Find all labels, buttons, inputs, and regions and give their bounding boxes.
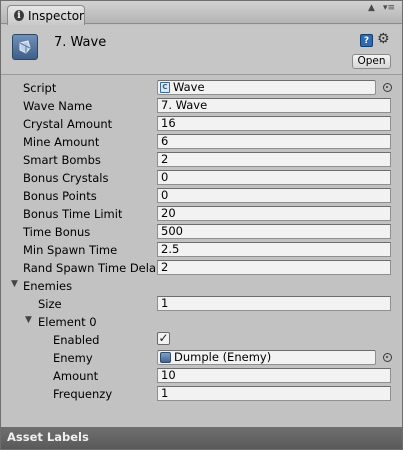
property-row-time-bonus: Time Bonus 500 [1, 223, 402, 241]
property-label: Time Bonus [23, 225, 91, 239]
element-0-foldout[interactable]: ▼ Element 0 [1, 313, 402, 331]
property-row-frequenzy: Frequenzy 1 [1, 385, 402, 403]
property-row-min-spawn-time: Min Spawn Time 2.5 [1, 241, 402, 259]
property-label: Frequenzy [53, 387, 113, 401]
lock-icon[interactable]: ▲ [368, 3, 375, 13]
enabled-checkbox[interactable]: ✓ [157, 332, 170, 345]
tab-inspector[interactable]: i Inspector [7, 5, 85, 25]
property-label: Bonus Crystals [23, 171, 109, 185]
foldout-expanded-icon[interactable]: ▼ [25, 315, 32, 325]
property-row-bonus-crystals: Bonus Crystals 0 [1, 169, 402, 187]
smart-bombs-field[interactable]: 2 [157, 152, 391, 167]
enemies-foldout[interactable]: ▼ Enemies [1, 277, 402, 295]
property-label: Rand Spawn Time Dela [23, 261, 156, 275]
property-label: Size [38, 297, 62, 311]
property-label: Bonus Time Limit [23, 207, 123, 221]
property-row-smart-bombs: Smart Bombs 2 [1, 151, 402, 169]
tab-bar: i Inspector ▲ ▾≡ [1, 1, 402, 25]
script-file-icon: C [160, 82, 170, 93]
mine-amount-field[interactable]: 6 [157, 134, 391, 149]
prefab-cube-icon [160, 352, 171, 363]
property-label: Amount [53, 369, 99, 383]
property-label: Smart Bombs [23, 153, 101, 167]
bonus-crystals-field[interactable]: 0 [157, 170, 391, 185]
bonus-time-limit-field[interactable]: 20 [157, 206, 391, 221]
enemy-value: Dumple (Enemy) [174, 350, 272, 364]
menu-icon[interactable]: ▾≡ [383, 3, 395, 13]
property-row-enabled: Enabled ✓ [1, 331, 402, 349]
property-row-rand-spawn-time-delay: Rand Spawn Time Dela 2 [1, 259, 402, 277]
enemy-field[interactable]: Dumple (Enemy) [157, 350, 376, 365]
help-book-icon[interactable]: ? [360, 34, 373, 47]
property-label: Bonus Points [23, 189, 97, 203]
gear-icon[interactable]: ⚙ [377, 31, 390, 47]
foldout-expanded-icon[interactable]: ▼ [11, 279, 18, 289]
object-picker-icon[interactable] [383, 353, 392, 362]
property-row-mine-amount: Mine Amount 6 [1, 133, 402, 151]
frequenzy-field[interactable]: 1 [157, 386, 391, 401]
property-row-crystal-amount: Crystal Amount 16 [1, 115, 402, 133]
property-row-bonus-points: Bonus Points 0 [1, 187, 402, 205]
element-0-label: Element 0 [38, 315, 97, 329]
property-row-size: Size 1 [1, 295, 402, 313]
wave-name-field[interactable]: 7. Wave [157, 98, 391, 113]
inspector-window: i Inspector ▲ ▾≡ 7. Wave ? ⚙ Open Script… [0, 0, 403, 450]
property-list: Script C Wave Wave Name 7. Wave Crystal … [1, 79, 402, 403]
property-label: Crystal Amount [23, 117, 113, 131]
tab-label: Inspector [28, 8, 84, 23]
enemies-label: Enemies [23, 279, 73, 293]
property-label: Mine Amount [23, 135, 100, 149]
crystal-amount-field[interactable]: 16 [157, 116, 391, 131]
time-bonus-field[interactable]: 500 [157, 224, 391, 239]
inspector-header: 7. Wave ? ⚙ Open [1, 25, 402, 75]
property-row-bonus-time-limit: Bonus Time Limit 20 [1, 205, 402, 223]
gameobject-icon [12, 34, 38, 60]
property-row-script: Script C Wave [1, 79, 402, 97]
min-spawn-time-field[interactable]: 2.5 [157, 242, 391, 257]
property-label: Enemy [53, 351, 93, 365]
property-label: Script [23, 81, 57, 95]
rand-spawn-time-delay-field[interactable]: 2 [157, 260, 391, 275]
asset-title: 7. Wave [54, 35, 107, 50]
size-field[interactable]: 1 [157, 296, 391, 311]
property-label: Min Spawn Time [23, 243, 118, 257]
amount-field[interactable]: 10 [157, 368, 391, 383]
property-row-enemy: Enemy Dumple (Enemy) [1, 349, 402, 367]
script-field[interactable]: C Wave [157, 80, 376, 95]
open-button[interactable]: Open [352, 54, 391, 69]
bonus-points-field[interactable]: 0 [157, 188, 391, 203]
property-label: Wave Name [23, 99, 93, 113]
property-row-wave-name: Wave Name 7. Wave [1, 97, 402, 115]
script-value: Wave [173, 80, 205, 94]
property-row-amount: Amount 10 [1, 367, 402, 385]
object-picker-icon[interactable] [383, 83, 392, 92]
property-label: Enabled [53, 333, 100, 347]
info-icon: i [14, 10, 25, 21]
asset-labels-bar[interactable]: Asset Labels [1, 427, 402, 449]
